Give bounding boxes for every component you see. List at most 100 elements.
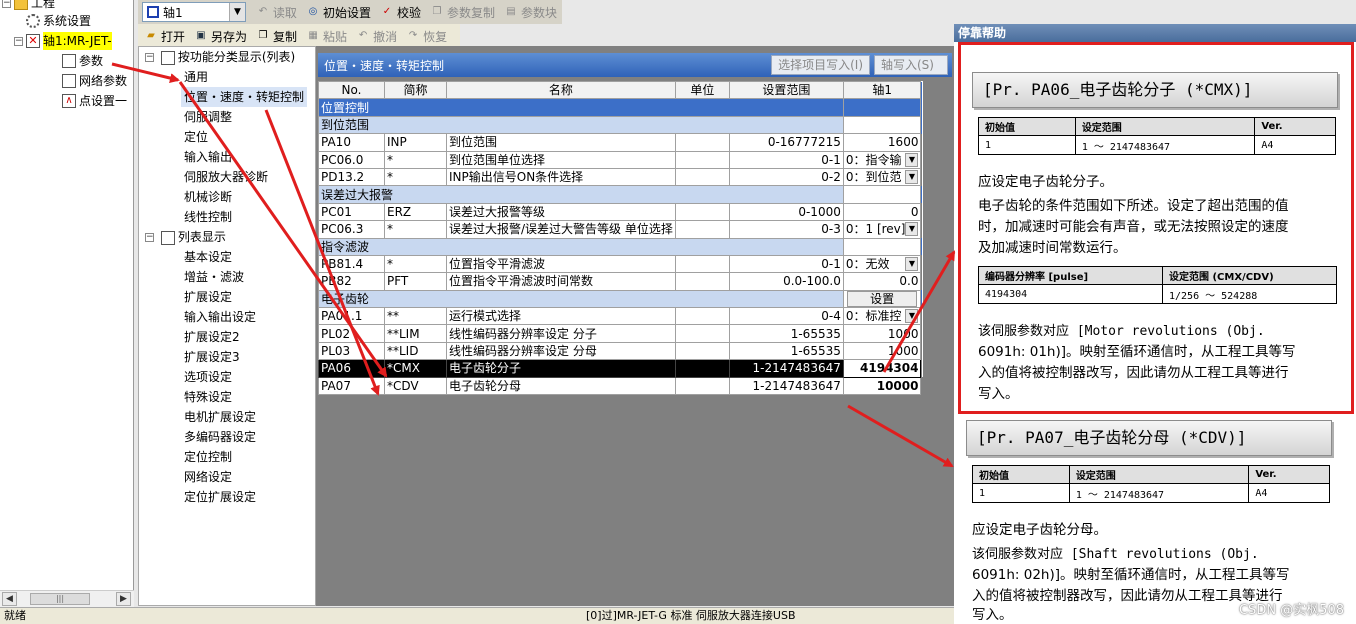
category-item[interactable]: 扩展设定3: [184, 347, 240, 367]
chevron-down-icon[interactable]: ▼: [905, 222, 919, 237]
chevron-down-icon[interactable]: ▼: [228, 3, 245, 21]
category-item[interactable]: 选项设定: [184, 367, 232, 387]
cell-name: 电子齿轮分子: [446, 359, 676, 378]
category-item[interactable]: 基本设定: [184, 247, 232, 267]
cell-value-input[interactable]: 0：标准控 ▼: [842, 307, 922, 326]
param-row-pc01[interactable]: PC01 ERZ 误差过大报警等级 0-1000 0: [318, 202, 923, 222]
col-abbr[interactable]: 简称: [384, 80, 447, 100]
cell-value-input[interactable]: 4194304: [842, 359, 922, 378]
cell-value-input[interactable]: 0：到位范 ▼: [842, 167, 922, 187]
tree-node-network-parameter[interactable]: 网络参数: [62, 72, 127, 90]
paste-button[interactable]: ▦ 粘贴: [304, 26, 352, 46]
group-label: 位置控制: [318, 98, 844, 117]
axis-select[interactable]: 轴1 ▼: [142, 2, 246, 22]
cell-value-input[interactable]: 10000: [842, 376, 922, 396]
category-item[interactable]: 伺服调整: [184, 107, 232, 127]
cell-value-input[interactable]: 1000: [842, 341, 922, 361]
chevron-down-icon[interactable]: ▼: [905, 170, 919, 185]
category-item[interactable]: 电机扩展设定: [184, 407, 256, 427]
param-row-pl02[interactable]: PL02 **LIM 线性编码器分辨率设定 分子 1-65535 1000: [318, 324, 923, 343]
tree-node-point-settings[interactable]: ∧ 点设置一: [62, 92, 127, 110]
scroll-thumb[interactable]: |||: [30, 593, 90, 605]
category-list-display[interactable]: − 列表显示: [145, 227, 226, 247]
init-settings-button[interactable]: ◎ 初始设置: [304, 2, 376, 22]
scroll-left-icon[interactable]: ◀: [2, 592, 17, 606]
param-row-pd13-2[interactable]: PD13.2 * INP输出信号ON条件选择 0-2 0：到位范 ▼: [318, 167, 923, 187]
param-row-pc06-0[interactable]: PC06.0 * 到位范围单位选择 0-1 0：指令输 ▼: [318, 150, 923, 169]
parameter-grid-panel: 位置・速度・转矩控制 选择项目写入(I) 轴写入(S) No. 简称 名称 单位…: [316, 46, 954, 606]
cell-unit: [674, 220, 730, 239]
scroll-right-icon[interactable]: ▶: [116, 592, 131, 606]
col-unit[interactable]: 单位: [674, 80, 730, 100]
category-item[interactable]: 输入输出设定: [184, 307, 256, 327]
cell-value-input[interactable]: 1600: [842, 133, 922, 152]
cell-abbr: *: [384, 167, 447, 187]
open-button[interactable]: ▰ 打开: [142, 26, 190, 46]
category-item[interactable]: 多编码器设定: [184, 427, 256, 447]
col-axis1[interactable]: 轴1: [842, 80, 922, 100]
param-block-button[interactable]: ▤ 参数块: [502, 2, 562, 22]
collapse-icon[interactable]: −: [14, 36, 23, 46]
param-row-pb82[interactable]: PB82 PFT 位置指令平滑滤波时间常数 0.0-100.0 0.0: [318, 272, 923, 291]
category-item[interactable]: 输入输出: [184, 147, 232, 167]
collapse-icon[interactable]: −: [145, 233, 154, 242]
verify-button[interactable]: ✓ 校验: [378, 2, 426, 22]
category-item[interactable]: 网络设定: [184, 467, 232, 487]
copy-button[interactable]: ❐ 复制: [254, 26, 302, 46]
undo-button[interactable]: ↶ 撤消: [354, 26, 402, 46]
tree-node-system-settings[interactable]: 系统设置: [26, 12, 91, 30]
param-row-pb81-4[interactable]: PB81.4 * 位置指令平滑滤波 0-1 0：无效 ▼: [318, 254, 923, 274]
save-as-button[interactable]: ▣ 另存为: [192, 26, 252, 46]
col-no[interactable]: No.: [318, 80, 385, 100]
category-item[interactable]: 机械诊断: [184, 187, 232, 207]
category-item[interactable]: 线性控制: [184, 207, 232, 227]
redo-button[interactable]: ↷ 恢复: [404, 26, 452, 46]
category-item[interactable]: 扩展设定2: [184, 327, 240, 347]
param-row-pa06[interactable]: PA06 *CMX 电子齿轮分子 1-2147483647 4194304: [318, 359, 923, 378]
param-copy-button[interactable]: ❐ 参数复制: [428, 2, 500, 22]
tree-horizontal-scrollbar[interactable]: ◀ ||| ▶: [0, 590, 134, 607]
param-row-pc06-3[interactable]: PC06.3 * 误差过大报警/误差过大警告等级 单位选择 0-3 0：1 [rev] ▼: [318, 220, 923, 239]
collapse-icon[interactable]: −: [145, 53, 154, 62]
axis-write-button[interactable]: 轴写入(S): [874, 55, 948, 75]
write-selected-button[interactable]: 选择项目写入(I): [771, 55, 870, 75]
category-item[interactable]: 通用: [184, 67, 208, 87]
tree-node-axis[interactable]: − ✕ 轴1:MR-JET-: [14, 32, 112, 50]
cell-value-input[interactable]: 0: [842, 202, 922, 222]
param-row-pa10[interactable]: PA10 INP 到位范围 0-16777215 1600: [318, 133, 923, 152]
category-item[interactable]: 定位扩展设定: [184, 487, 256, 507]
document-icon: [62, 74, 76, 88]
parameter-table: No. 简称 名称 单位 设置范围 轴1 位置控制 到位范围 PA10 INP 到位范围…: [318, 80, 924, 396]
param-row-pl03[interactable]: PL03 **LID 线性编码器分辨率设定 分母 1-65535 1000: [318, 341, 923, 361]
category-item[interactable]: 增益・滤波: [184, 267, 244, 287]
read-button[interactable]: ↶ 读取: [254, 2, 302, 22]
cell-value-input[interactable]: 1000: [842, 324, 922, 343]
col-range[interactable]: 设置范围: [728, 80, 844, 100]
category-by-function[interactable]: − 按功能分类显示(列表): [145, 47, 295, 67]
chevron-down-icon[interactable]: ▼: [905, 152, 919, 167]
chevron-down-icon[interactable]: ▼: [905, 309, 919, 324]
cell-abbr: **LID: [384, 341, 447, 361]
cell-abbr: ERZ: [384, 202, 447, 222]
cell-no: PB82: [318, 272, 385, 291]
category-item[interactable]: 位置・速度・转矩控制: [181, 87, 308, 107]
cell-value-input[interactable]: 0.0: [842, 272, 922, 291]
category-item[interactable]: 扩展设定: [184, 287, 232, 307]
cell-value-input[interactable]: 0：无效 ▼: [842, 254, 922, 274]
tree-node-parameter[interactable]: 参数: [62, 52, 103, 70]
param-row-pa01-1[interactable]: PA01.1 ** 运行模式选择 0-4 0：标准控 ▼: [318, 307, 923, 326]
collapse-icon[interactable]: −: [2, 0, 11, 8]
chevron-down-icon[interactable]: ▼: [905, 257, 919, 272]
pa06-line1: 应设定电子齿轮分子。: [978, 174, 1113, 190]
gear-setting-button[interactable]: 设置: [847, 291, 918, 307]
cell-range: 1-65535: [728, 341, 844, 361]
category-item[interactable]: 定位控制: [184, 447, 232, 467]
tree-node-project[interactable]: − 工程: [2, 0, 55, 12]
cell-value-input[interactable]: 0：1 [rev] ▼: [842, 220, 922, 239]
param-row-pa07[interactable]: PA07 *CDV 电子齿轮分母 1-2147483647 10000: [318, 376, 923, 396]
cell-value-input[interactable]: 0：指令输 ▼: [842, 150, 922, 169]
category-item[interactable]: 特殊设定: [184, 387, 232, 407]
col-name[interactable]: 名称: [446, 80, 676, 100]
category-item[interactable]: 定位: [184, 127, 208, 147]
category-item[interactable]: 伺服放大器诊断: [184, 167, 268, 187]
